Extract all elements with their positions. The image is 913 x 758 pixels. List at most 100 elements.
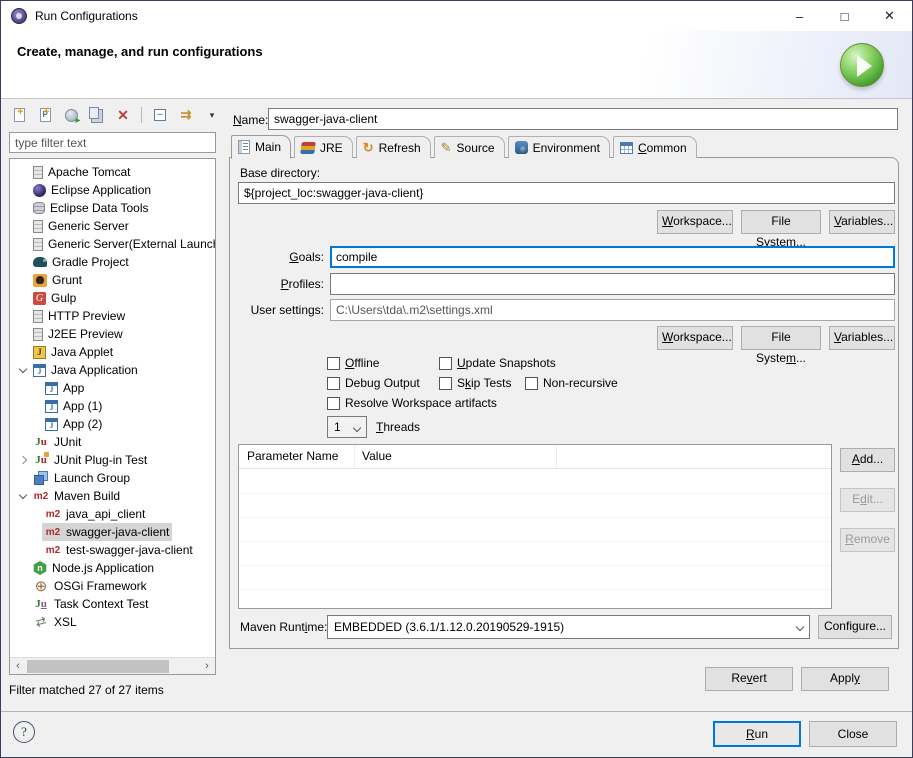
tree-item-app[interactable]: JApp	[10, 379, 215, 397]
export-launch-configurations-button[interactable]	[61, 105, 81, 125]
tab-source[interactable]: ✎Source	[434, 136, 505, 158]
new-prototype-button[interactable]: +	[35, 105, 55, 125]
minimize-button[interactable]: –	[777, 1, 822, 31]
tree-item-junit-plug-in-test[interactable]: JUnit Plug-in Test	[10, 451, 215, 469]
table-body[interactable]	[239, 470, 831, 608]
remove-button[interactable]: Remove	[840, 528, 895, 552]
maven-runtime-select[interactable]: EMBEDDED (3.6.1/1.12.0.20190529-1915)	[327, 615, 810, 639]
tree-item-app-1[interactable]: JApp (1)	[10, 397, 215, 415]
tab-common[interactable]: Common	[613, 136, 697, 158]
workspace-button[interactable]: Workspace...	[657, 210, 733, 234]
m2-icon: m2	[33, 488, 49, 504]
user-settings-input[interactable]	[330, 299, 895, 321]
maven-runtime-label: Maven Runtime:	[240, 620, 327, 634]
tree-item-eclipse-application[interactable]: Eclipse Application	[10, 181, 215, 199]
eclipse-icon	[33, 184, 46, 197]
settings-workspace-button[interactable]: Workspace...	[657, 326, 733, 350]
settings-variables-button[interactable]: Variables...	[829, 326, 895, 350]
collapse-all-button[interactable]: −	[150, 105, 170, 125]
tree-item-node-js-application[interactable]: nNode.js Application	[10, 559, 215, 577]
tree-item-java-applet[interactable]: JJava Applet	[10, 343, 215, 361]
scroll-left-icon[interactable]: ‹	[10, 658, 26, 674]
tree-item-label: J2EE Preview	[48, 327, 123, 341]
tree-horizontal-scrollbar[interactable]: ‹ ›	[10, 657, 215, 674]
m2-icon: m2	[45, 506, 61, 522]
export-icon	[65, 109, 78, 122]
tree-item-app-2[interactable]: JApp (2)	[10, 415, 215, 433]
threads-label: Threads	[376, 420, 420, 434]
name-input[interactable]	[268, 108, 898, 130]
new-launch-configuration-button[interactable]: +	[9, 105, 29, 125]
offline-checkbox[interactable]: Offline	[327, 355, 379, 371]
tab-main[interactable]: Main	[231, 135, 291, 159]
threads-select[interactable]: 1	[327, 416, 367, 438]
variables-button[interactable]: Variables...	[829, 210, 895, 234]
tree-item-osgi-framework[interactable]: ⊕OSGi Framework	[10, 577, 215, 595]
revert-button[interactable]: Revert	[705, 667, 793, 691]
add-button[interactable]: Add...	[840, 448, 895, 472]
parameter-table[interactable]: Parameter Name Value	[238, 444, 832, 609]
apply-button[interactable]: Apply	[801, 667, 889, 691]
edit-button[interactable]: Edit...	[840, 488, 895, 512]
tab-environment[interactable]: Environment	[508, 136, 610, 158]
help-button[interactable]: ?	[13, 721, 35, 743]
filter-configurations-button[interactable]: ⇉	[176, 105, 196, 125]
tree-item-test-swagger-java-client[interactable]: m2test-swagger-java-client	[10, 541, 215, 559]
goals-input[interactable]	[330, 246, 895, 268]
maximize-button[interactable]: □	[822, 1, 867, 31]
chevron-right-icon[interactable]	[16, 457, 30, 463]
tree-item-gradle-project[interactable]: Gradle Project	[10, 253, 215, 271]
sidebar: + + ✕ − ⇉ ▾ Apache TomcatEclipse Applica…	[9, 101, 218, 703]
chevron-down-icon[interactable]	[16, 368, 30, 372]
tree-item-maven-build[interactable]: m2Maven Build	[10, 487, 215, 505]
configure-button[interactable]: Configure...	[818, 615, 892, 639]
file-system-button[interactable]: File System...	[741, 210, 821, 234]
tree-item-java-application[interactable]: JJava Application	[10, 361, 215, 379]
run-button[interactable]: Run	[713, 721, 801, 747]
scroll-right-icon[interactable]: ›	[199, 658, 215, 674]
tree-item-gulp[interactable]: GGulp	[10, 289, 215, 307]
tree-item-xsl[interactable]: ⇄XSL	[10, 613, 215, 631]
column-header-value[interactable]: Value	[362, 449, 392, 463]
tree-item-swagger-java-client[interactable]: m2swagger-java-client	[10, 523, 215, 541]
tree-item-launch-group[interactable]: Launch Group	[10, 469, 215, 487]
update-snapshots-checkbox[interactable]: Update Snapshots	[439, 355, 556, 371]
resolve-workspace-artifacts-checkbox[interactable]: Resolve Workspace artifacts	[327, 395, 497, 411]
tree-item-generic-server[interactable]: Generic Server	[10, 217, 215, 235]
tree-item-apache-tomcat[interactable]: Apache Tomcat	[10, 163, 215, 181]
delete-button[interactable]: ✕	[113, 105, 133, 125]
skip-tests-checkbox[interactable]: Skip Tests	[439, 375, 511, 391]
delete-icon: ✕	[117, 107, 129, 124]
javaapp-icon: J	[45, 418, 58, 431]
configurations-tree[interactable]: Apache TomcatEclipse ApplicationEclipse …	[9, 158, 216, 675]
column-header-parameter-name[interactable]: Parameter Name	[247, 449, 338, 463]
toolbar-menu-button[interactable]: ▾	[202, 105, 222, 125]
non-recursive-checkbox[interactable]: Non-recursive	[525, 375, 618, 391]
tree-item-http-preview[interactable]: HTTP Preview	[10, 307, 215, 325]
base-directory-input[interactable]	[238, 182, 895, 204]
tab-jre[interactable]: JRE	[294, 136, 353, 158]
tree-item-label: Launch Group	[54, 471, 130, 485]
chevron-down-icon[interactable]	[16, 494, 30, 498]
tree-item-grunt[interactable]: Grunt	[10, 271, 215, 289]
close-dialog-button[interactable]: Close	[809, 721, 897, 747]
debug-output-checkbox[interactable]: Debug Output	[327, 375, 420, 391]
profiles-input[interactable]	[330, 273, 895, 295]
tab-refresh[interactable]: ↻Refresh	[356, 136, 431, 158]
main-tab-icon	[238, 140, 250, 154]
tree-item-junit[interactable]: JUnit	[10, 433, 215, 451]
launch-group-icon	[33, 470, 49, 486]
tree-item-java-api-client[interactable]: m2java_api_client	[10, 505, 215, 523]
tree-item-eclipse-data-tools[interactable]: Eclipse Data Tools	[10, 199, 215, 217]
tree-item-task-context-test[interactable]: Task Context Test	[10, 595, 215, 613]
server-icon	[33, 220, 43, 233]
duplicate-button[interactable]	[87, 105, 107, 125]
profiles-label: Profiles:	[232, 277, 324, 291]
filter-input[interactable]	[9, 132, 216, 153]
server-icon	[33, 166, 43, 179]
close-button[interactable]: ✕	[867, 1, 912, 31]
tree-item-j2ee-preview[interactable]: J2EE Preview	[10, 325, 215, 343]
scrollbar-thumb[interactable]	[27, 660, 169, 673]
tree-item-generic-server-external-launch[interactable]: Generic Server(External Launch	[10, 235, 215, 253]
settings-file-system-button[interactable]: File System...	[741, 326, 821, 350]
